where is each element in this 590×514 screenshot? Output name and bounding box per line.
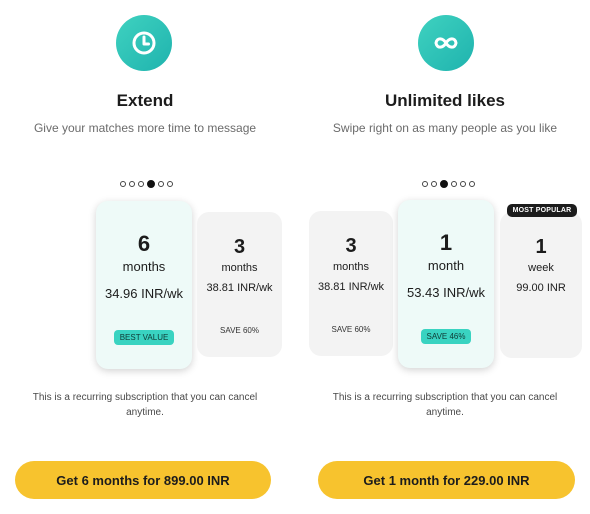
carousel-dot[interactable]	[469, 181, 475, 187]
carousel-dot-active[interactable]	[440, 180, 448, 188]
feature-title: Extend	[116, 91, 174, 110]
plan-card-1-month[interactable]: 1 month 53.43 INR/wk SAVE 46%	[398, 200, 494, 368]
carousel-dot[interactable]	[422, 181, 428, 187]
plan-badge: SAVE 46%	[420, 329, 472, 344]
unlimited-likes-panel: Unlimited likes Swipe right on as many p…	[300, 0, 590, 514]
plan-unit: months	[122, 259, 166, 274]
extend-panel: Extend Give your matches more time to me…	[0, 0, 290, 514]
plan-card-3-months[interactable]: 3 months 38.81 INR/wk SAVE 60%	[309, 211, 393, 356]
carousel-dot[interactable]	[129, 181, 135, 187]
carousel-dot[interactable]	[138, 181, 144, 187]
carousel-dot[interactable]	[460, 181, 466, 187]
plan-badge: BEST VALUE	[113, 330, 175, 345]
feature-subtitle: Give your matches more time to message	[33, 121, 257, 135]
plan-unit: month	[427, 258, 465, 273]
carousel-dot[interactable]	[431, 181, 437, 187]
carousel-dot[interactable]	[451, 181, 457, 187]
plan-price: 34.96 INR/wk	[104, 286, 184, 301]
plan-quantity: 3	[233, 236, 246, 258]
most-popular-tag: MOST POPULAR	[507, 204, 577, 217]
carousel-dot[interactable]	[120, 181, 126, 187]
infinity-icon	[418, 15, 474, 71]
plan-price: 53.43 INR/wk	[406, 285, 486, 300]
carousel-dot[interactable]	[167, 181, 173, 187]
plan-unit: months	[332, 261, 370, 273]
plan-card-1-week[interactable]: 1 week 99.00 INR	[500, 212, 582, 358]
plan-badge: SAVE 60%	[331, 325, 371, 334]
subscription-disclaimer: This is a recurring subscription that yo…	[32, 392, 258, 418]
clock-icon	[116, 15, 172, 71]
plan-quantity: 1	[439, 230, 453, 255]
plan-card-3-months[interactable]: 3 months 38.81 INR/wk SAVE 60%	[197, 212, 282, 357]
feature-subtitle: Swipe right on as many people as you lik…	[332, 121, 558, 135]
carousel-dots	[422, 180, 475, 188]
plan-price: 38.81 INR/wk	[317, 281, 385, 293]
plan-quantity: 6	[137, 231, 151, 256]
carousel-dots	[120, 180, 173, 188]
carousel-dot-active[interactable]	[147, 180, 155, 188]
carousel-dot[interactable]	[158, 181, 164, 187]
feature-title: Unlimited likes	[385, 91, 505, 110]
subscription-disclaimer: This is a recurring subscription that yo…	[332, 392, 558, 418]
plan-price: 38.81 INR/wk	[206, 282, 273, 294]
plan-price: 99.00 INR	[516, 282, 566, 294]
plan-badge: SAVE 60%	[220, 326, 259, 335]
plan-quantity: 1	[535, 236, 547, 258]
purchase-button[interactable]: Get 1 month for 229.00 INR	[318, 461, 575, 499]
plan-unit: week	[528, 262, 554, 274]
plan-unit: months	[221, 262, 258, 274]
purchase-button[interactable]: Get 6 months for 899.00 INR	[15, 461, 271, 499]
plan-quantity: 3	[345, 235, 357, 257]
plan-card-6-months[interactable]: 6 months 34.96 INR/wk BEST VALUE	[96, 201, 192, 369]
